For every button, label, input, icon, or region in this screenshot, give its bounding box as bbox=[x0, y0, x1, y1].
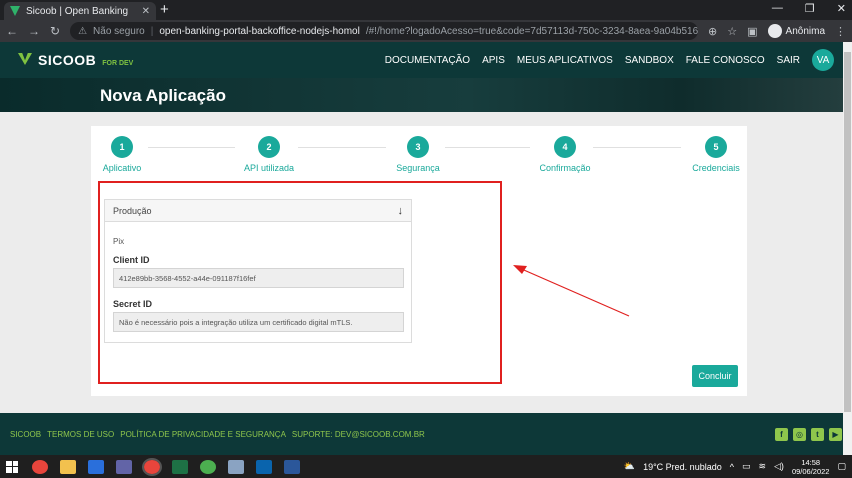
tray-chevron-icon[interactable]: ^ bbox=[730, 462, 734, 472]
powershell-icon[interactable] bbox=[88, 459, 104, 474]
security-label: Não seguro bbox=[93, 25, 145, 37]
step-api-utilizada[interactable]: 2 API utilizada bbox=[224, 136, 314, 173]
windows-taskbar: ⛅ 19°C Pred. nublado ^ ▭ ≋ ◁) 14:58 09/0… bbox=[0, 455, 852, 478]
volume-icon[interactable]: ◁) bbox=[774, 461, 784, 472]
incognito-profile[interactable]: Anônima bbox=[767, 24, 825, 38]
side-panel-icon[interactable]: ▣ bbox=[747, 25, 757, 38]
tab-title: Sicoob | Open Banking bbox=[26, 5, 129, 17]
back-arrow-icon[interactable]: ← bbox=[6, 24, 18, 38]
vertical-scrollbar[interactable] bbox=[843, 42, 852, 455]
user-avatar[interactable]: VA bbox=[812, 49, 834, 71]
step-seguranca[interactable]: 3 Segurança bbox=[373, 136, 463, 173]
toolbar-icons: ⊕ ☆ ▣ Anônima ⋮ bbox=[708, 24, 846, 38]
arrow-line bbox=[516, 266, 630, 317]
step-number: 1 bbox=[111, 136, 133, 158]
chrome-active-icon[interactable] bbox=[142, 457, 162, 476]
page-title: Nova Aplicação bbox=[100, 86, 226, 105]
sicoob-favicon-icon bbox=[10, 6, 20, 16]
system-tray: ⛅ 19°C Pred. nublado ^ ▭ ≋ ◁) 14:58 09/0… bbox=[624, 458, 846, 476]
menu-meus-aplicativos[interactable]: MEUS APLICATIVOS bbox=[517, 55, 613, 66]
footer-link-privacidade[interactable]: POLÍTICA DE PRIVACIDADE E SEGURANÇA bbox=[120, 430, 286, 439]
main-menu: DOCUMENTAÇÃO APIS MEUS APLICATIVOS SANDB… bbox=[385, 49, 834, 71]
close-window-icon[interactable]: ✕ bbox=[837, 2, 846, 15]
footer-link-sicoob[interactable]: SICOOB bbox=[10, 430, 41, 439]
url-separator: | bbox=[150, 25, 154, 37]
footer-link-suporte[interactable]: SUPORTE: DEV@SICOOB.COM.BR bbox=[292, 430, 425, 439]
outlook-icon[interactable] bbox=[256, 459, 272, 474]
url-path: /#!/home?logadoAcesso=true&code=7d57113d… bbox=[365, 25, 699, 37]
menu-sandbox[interactable]: SANDBOX bbox=[625, 55, 674, 66]
browser-tab-bar: Sicoob | Open Banking ✕ + — ❐ ✕ bbox=[0, 0, 852, 20]
url-host: open-banking-portal-backoffice-nodejs-ho… bbox=[159, 25, 360, 37]
weather-text[interactable]: 19°C Pred. nublado bbox=[643, 462, 722, 472]
green-app-icon[interactable] bbox=[200, 459, 216, 474]
step-number: 3 bbox=[407, 136, 429, 158]
facebook-icon[interactable]: f bbox=[775, 427, 788, 441]
minimize-icon[interactable]: — bbox=[772, 2, 783, 15]
clock[interactable]: 14:58 09/06/2022 bbox=[792, 458, 830, 476]
step-confirmacao[interactable]: 4 Confirmação bbox=[520, 136, 610, 173]
menu-fale-conosco[interactable]: FALE CONOSCO bbox=[686, 55, 765, 66]
file-explorer-icon[interactable] bbox=[60, 459, 76, 474]
annotation-arrow bbox=[513, 265, 630, 317]
notepad-icon[interactable] bbox=[228, 459, 244, 474]
word-icon[interactable] bbox=[284, 459, 300, 474]
logo-text: SICOOB bbox=[38, 52, 97, 68]
instagram-icon[interactable]: ◎ bbox=[793, 427, 806, 441]
bookmark-star-icon[interactable]: ☆ bbox=[727, 25, 737, 38]
incognito-icon bbox=[767, 24, 782, 38]
clock-time: 14:58 bbox=[801, 457, 821, 467]
network-icon[interactable]: ▭ bbox=[742, 461, 751, 472]
step-number: 4 bbox=[554, 136, 576, 158]
browser-toolbar: ← → ↻ ⚠ Não seguro | open-banking-portal… bbox=[0, 20, 852, 42]
twitter-icon[interactable]: t bbox=[811, 427, 824, 441]
menu-dots-icon[interactable]: ⋮ bbox=[835, 25, 846, 38]
menu-apis[interactable]: APIS bbox=[482, 55, 505, 66]
youtube-icon[interactable]: ▶ bbox=[829, 427, 842, 441]
zoom-icon[interactable]: ⊕ bbox=[708, 25, 717, 38]
windows-start-icon[interactable] bbox=[6, 460, 18, 473]
step-number: 5 bbox=[705, 136, 727, 158]
step-credenciais[interactable]: 5 Credenciais bbox=[671, 136, 761, 173]
menu-documentacao[interactable]: DOCUMENTAÇÃO bbox=[385, 55, 470, 66]
step-label: API utilizada bbox=[243, 163, 295, 173]
concluir-button[interactable]: Concluir bbox=[692, 365, 738, 387]
clock-date: 09/06/2022 bbox=[791, 466, 830, 476]
restore-icon[interactable]: ❐ bbox=[805, 2, 815, 15]
address-bar[interactable]: ⚠ Não seguro | open-banking-portal-backo… bbox=[70, 22, 699, 40]
logo-sub: FOR DEV bbox=[102, 60, 134, 67]
site-header: SICOOB FOR DEV DOCUMENTAÇÃO APIS MEUS AP… bbox=[0, 42, 852, 78]
excel-icon[interactable] bbox=[172, 459, 188, 474]
forward-arrow-icon[interactable]: → bbox=[28, 24, 40, 38]
chrome-icon[interactable] bbox=[32, 459, 48, 474]
warning-icon[interactable]: ⚠ bbox=[78, 26, 87, 37]
site-footer: SICOOB TERMOS DE USO POLÍTICA DE PRIVACI… bbox=[0, 413, 852, 455]
weather-icon[interactable]: ⛅ bbox=[624, 461, 635, 472]
scrollbar-thumb[interactable] bbox=[844, 52, 851, 412]
step-label: Aplicativo bbox=[102, 163, 142, 173]
footer-link-termos[interactable]: TERMOS DE USO bbox=[47, 430, 114, 439]
sicoob-logo[interactable]: SICOOB FOR DEV bbox=[18, 52, 133, 68]
step-number: 2 bbox=[258, 136, 280, 158]
wifi-icon[interactable]: ≋ bbox=[758, 461, 766, 472]
social-links: f ◎ t ▶ bbox=[775, 427, 842, 441]
menu-sair[interactable]: SAIR bbox=[777, 55, 800, 66]
arrow-head bbox=[513, 265, 527, 274]
reload-icon[interactable]: ↻ bbox=[50, 24, 60, 38]
step-label: Credenciais bbox=[692, 163, 740, 173]
sicoob-logo-icon bbox=[18, 53, 32, 65]
highlight-annotation bbox=[98, 181, 502, 384]
window-controls: — ❐ ✕ bbox=[772, 2, 846, 15]
browser-tab[interactable]: Sicoob | Open Banking ✕ bbox=[4, 2, 156, 20]
step-aplicativo[interactable]: 1 Aplicativo bbox=[77, 136, 167, 173]
notification-icon[interactable]: ▢ bbox=[837, 461, 846, 472]
step-label: Segurança bbox=[396, 163, 440, 173]
profile-label: Anônima bbox=[785, 25, 825, 37]
close-tab-icon[interactable]: ✕ bbox=[142, 6, 150, 17]
page-banner: Nova Aplicação bbox=[0, 78, 852, 112]
teams-icon[interactable] bbox=[116, 459, 132, 474]
step-label: Confirmação bbox=[539, 163, 591, 173]
new-tab-icon[interactable]: + bbox=[160, 1, 169, 18]
